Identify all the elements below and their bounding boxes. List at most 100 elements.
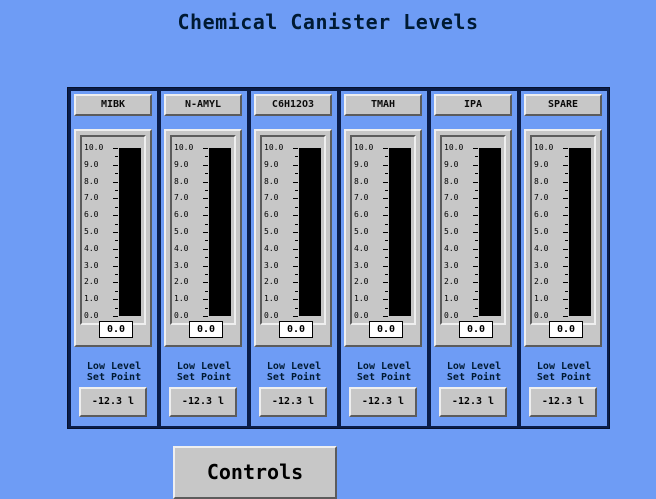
setpoint-button-n-amyl[interactable]: -12.3 l [169, 387, 237, 417]
scale-tick-mark [473, 299, 478, 301]
scale-minor-tick [295, 190, 298, 191]
scale-tick-label: 7.0 [534, 193, 549, 203]
scale-minor-tick [115, 240, 118, 242]
scale-tick-label: 1.0 [534, 294, 549, 304]
level-bar [209, 148, 231, 316]
scale-tick-label: 0.0 [174, 311, 189, 320]
scale-minor-tick [115, 206, 118, 208]
scale-tick-mark [113, 282, 118, 284]
gauge-scale: 10.0 9.0 8.0 7.0 6.0 5.0 4.0 3.0 2.0 1.0 0.0 [262, 137, 298, 323]
canister-name-label: C6H12O3 [254, 94, 332, 116]
scale-tick-mark [203, 181, 208, 183]
scale-minor-tick [205, 173, 208, 175]
scale-tick-label: 9.0 [354, 159, 369, 169]
level-value-readout: 0.0 [189, 321, 223, 338]
scale-tick-label: 2.0 [444, 277, 459, 287]
setpoint-label-line2: Set Point [446, 372, 502, 383]
canister-panel-row: MIBK 10.0 9.0 8.0 7.0 6.0 5.0 4.0 3.0 2.0 1.0 0.0 0.… [67, 87, 610, 429]
scale-minor-tick [205, 156, 208, 158]
scale-tick-label: 5.0 [444, 227, 459, 236]
scale-tick-label: 10.0 [264, 143, 284, 152]
scale-tick-mark [293, 198, 298, 200]
scale-minor-tick [565, 240, 568, 242]
scale-minor-tick [385, 307, 388, 309]
scale-minor-tick [475, 240, 478, 242]
setpoint-button-ipa[interactable]: -12.3 l [439, 387, 507, 417]
scale-tick-label: 3.0 [534, 260, 549, 270]
scale-tick-label: 6.0 [174, 210, 189, 220]
scale-tick-mark [563, 299, 568, 301]
scale-tick-mark [203, 148, 208, 149]
scale-minor-tick [205, 223, 208, 225]
scale-tick-label: 9.0 [534, 159, 549, 169]
setpoint-button-mibk[interactable]: -12.3 l [79, 387, 147, 417]
scale-minor-tick [205, 190, 208, 191]
scale-tick-mark [383, 282, 388, 284]
scale-minor-tick [385, 190, 388, 191]
scale-tick-mark [563, 232, 568, 233]
scale-tick-mark [293, 282, 298, 284]
level-bar [119, 148, 141, 316]
scale-tick-mark [473, 181, 478, 183]
scale-tick-mark [293, 316, 298, 317]
scale-minor-tick [115, 274, 118, 275]
setpoint-label-line2: Set Point [536, 372, 592, 383]
scale-tick-mark [293, 265, 298, 267]
scale-tick-mark [563, 316, 568, 317]
scale-minor-tick [385, 290, 388, 292]
scale-tick-mark [113, 148, 118, 149]
level-bar [479, 148, 501, 316]
scale-tick-mark [203, 282, 208, 284]
scale-minor-tick [115, 257, 118, 259]
scale-tick-mark [113, 215, 118, 217]
setpoint-label: Low Level Set Point [341, 361, 427, 383]
scale-tick-mark [293, 248, 298, 250]
scale-tick-label: 7.0 [444, 193, 459, 203]
scale-tick-label: 1.0 [264, 294, 279, 304]
setpoint-button-tmah[interactable]: -12.3 l [349, 387, 417, 417]
scale-tick-mark [113, 181, 118, 183]
scale-tick-label: 7.0 [84, 193, 99, 203]
scale-tick-label: 2.0 [354, 277, 369, 287]
scale-tick-mark [203, 198, 208, 200]
scale-minor-tick [205, 274, 208, 275]
scale-minor-tick [385, 240, 388, 242]
scale-minor-tick [115, 307, 118, 309]
scale-tick-label: 7.0 [354, 193, 369, 203]
scale-tick-label: 0.0 [84, 311, 99, 320]
scale-minor-tick [475, 290, 478, 292]
scale-tick-mark [113, 232, 118, 233]
scale-tick-label: 0.0 [534, 311, 549, 320]
scale-tick-label: 6.0 [84, 210, 99, 220]
scale-minor-tick [295, 206, 298, 208]
level-value-readout: 0.0 [549, 321, 583, 338]
scale-minor-tick [565, 307, 568, 309]
scale-tick-mark [113, 164, 118, 166]
scale-minor-tick [565, 223, 568, 225]
setpoint-label: Low Level Set Point [161, 361, 247, 383]
canister-name-label: SPARE [524, 94, 602, 116]
scale-tick-mark [113, 316, 118, 317]
scale-tick-label: 2.0 [84, 277, 99, 287]
scale-minor-tick [475, 206, 478, 208]
scale-tick-label: 8.0 [174, 176, 189, 186]
scale-tick-mark [203, 164, 208, 166]
scale-minor-tick [205, 206, 208, 208]
setpoint-button-spare[interactable]: -12.3 l [529, 387, 597, 417]
scale-minor-tick [115, 190, 118, 191]
scale-tick-mark [383, 265, 388, 267]
setpoint-button-c6h12o3[interactable]: -12.3 l [259, 387, 327, 417]
scale-tick-mark [203, 299, 208, 301]
level-gauge: 10.0 9.0 8.0 7.0 6.0 5.0 4.0 3.0 2.0 1.0 0.0 [254, 129, 332, 347]
setpoint-label-line1: Low Level [266, 361, 322, 372]
scale-tick-label: 8.0 [84, 176, 99, 186]
scale-tick-mark [563, 282, 568, 284]
canister-panel-ipa: IPA 10.0 9.0 8.0 7.0 6.0 5.0 4.0 3.0 2.0 1.0 0.0 0.0… [431, 91, 517, 426]
scale-tick-mark [293, 215, 298, 217]
canister-panel-mibk: MIBK 10.0 9.0 8.0 7.0 6.0 5.0 4.0 3.0 2.0 1.0 0.0 0.… [71, 91, 157, 426]
controls-button[interactable]: Controls [173, 446, 337, 499]
scale-tick-mark [563, 248, 568, 250]
scale-tick-mark [383, 248, 388, 250]
scale-tick-mark [203, 265, 208, 267]
scale-tick-label: 10.0 [534, 143, 554, 152]
